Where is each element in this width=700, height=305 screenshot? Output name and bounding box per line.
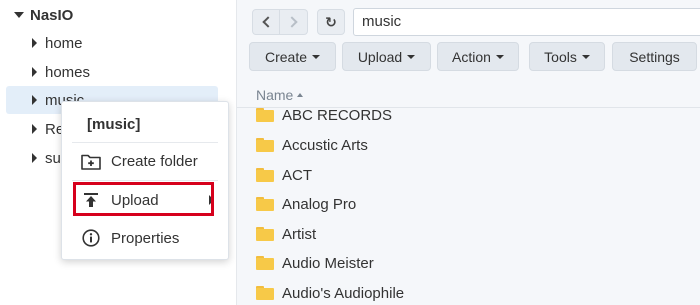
menu-item-create-folder[interactable]: Create folder [72, 146, 218, 176]
folder-icon [256, 138, 274, 152]
caret-down-icon [495, 54, 504, 59]
folder-icon [256, 168, 274, 182]
chevron-left-icon [262, 16, 274, 28]
caret-down-icon [407, 54, 416, 59]
info-icon [81, 228, 101, 248]
collapse-arrow-icon[interactable] [32, 124, 37, 134]
upload-button-label: Upload [357, 48, 403, 65]
menu-divider [72, 142, 218, 143]
menu-item-properties[interactable]: Properties [72, 223, 218, 253]
collapse-arrow-icon[interactable] [32, 95, 37, 105]
tools-button-label: Tools [544, 48, 577, 65]
file-browser-panel: ↻ music Create Upload Action Tools Setti… [236, 0, 700, 305]
refresh-icon: ↻ [325, 14, 337, 30]
upload-button[interactable]: Upload [342, 42, 431, 71]
sort-ascending-icon [297, 93, 304, 97]
folder-icon [256, 197, 274, 211]
path-input[interactable]: music [353, 8, 700, 36]
settings-button-label: Settings [629, 48, 680, 65]
collapse-arrow-icon[interactable] [32, 38, 37, 48]
file-row[interactable]: ACT [237, 160, 700, 190]
file-row[interactable]: Artist [237, 219, 700, 249]
file-row[interactable]: Audio Meister [237, 248, 700, 278]
folder-icon [256, 227, 274, 241]
chevron-right-icon [285, 16, 298, 28]
create-button[interactable]: Create [249, 42, 336, 71]
menu-divider [72, 180, 218, 181]
menu-item-label: Properties [111, 229, 180, 247]
context-menu: [music] Create folder Upload Properties [61, 101, 229, 260]
tree-item-label: home [45, 34, 83, 52]
action-button-label: Action [452, 48, 491, 65]
back-button[interactable] [252, 9, 280, 35]
tree-item-homes[interactable]: homes [32, 58, 90, 86]
collapse-arrow-icon[interactable] [32, 153, 37, 163]
tree-root-label: NasIO [30, 6, 74, 24]
file-row[interactable]: Analog Pro [237, 189, 700, 219]
tree-item-label: homes [45, 63, 91, 81]
folder-icon [256, 256, 274, 270]
file-name: Audio's Audiophile [282, 284, 405, 302]
menu-item-label: Create folder [111, 152, 198, 170]
collapse-arrow-icon[interactable] [32, 67, 37, 77]
action-button[interactable]: Action [437, 42, 519, 71]
file-row[interactable]: ABC RECORDS [237, 100, 700, 130]
file-row[interactable]: Accustic Arts [237, 130, 700, 160]
file-row[interactable]: Audio's Audiophile [237, 278, 700, 305]
tree-item-su[interactable]: su [32, 144, 61, 172]
folder-icon [256, 108, 274, 122]
settings-button[interactable]: Settings [612, 42, 697, 71]
file-name: Artist [282, 225, 317, 243]
context-menu-title: [music] [87, 116, 141, 133]
folder-icon [256, 286, 274, 300]
tree-root-nasio[interactable]: NasIO [14, 1, 73, 29]
file-name: ACT [282, 166, 312, 184]
file-name: ABC RECORDS [282, 106, 393, 124]
tree-item-re[interactable]: Re [32, 115, 64, 143]
file-name: Accustic Arts [282, 136, 368, 154]
upload-highlight-annotation [73, 182, 214, 216]
caret-down-icon [312, 54, 321, 59]
file-name: Analog Pro [282, 195, 357, 213]
create-folder-icon [81, 151, 101, 171]
caret-down-icon [581, 54, 590, 59]
forward-button[interactable] [280, 9, 308, 35]
tree-item-home[interactable]: home [32, 29, 83, 57]
refresh-button[interactable]: ↻ [317, 9, 345, 35]
tools-button[interactable]: Tools [529, 42, 605, 71]
expand-arrow-icon[interactable] [14, 12, 24, 18]
file-name: Audio Meister [282, 254, 374, 272]
tree-item-label: su [45, 149, 61, 167]
create-button-label: Create [264, 48, 308, 65]
